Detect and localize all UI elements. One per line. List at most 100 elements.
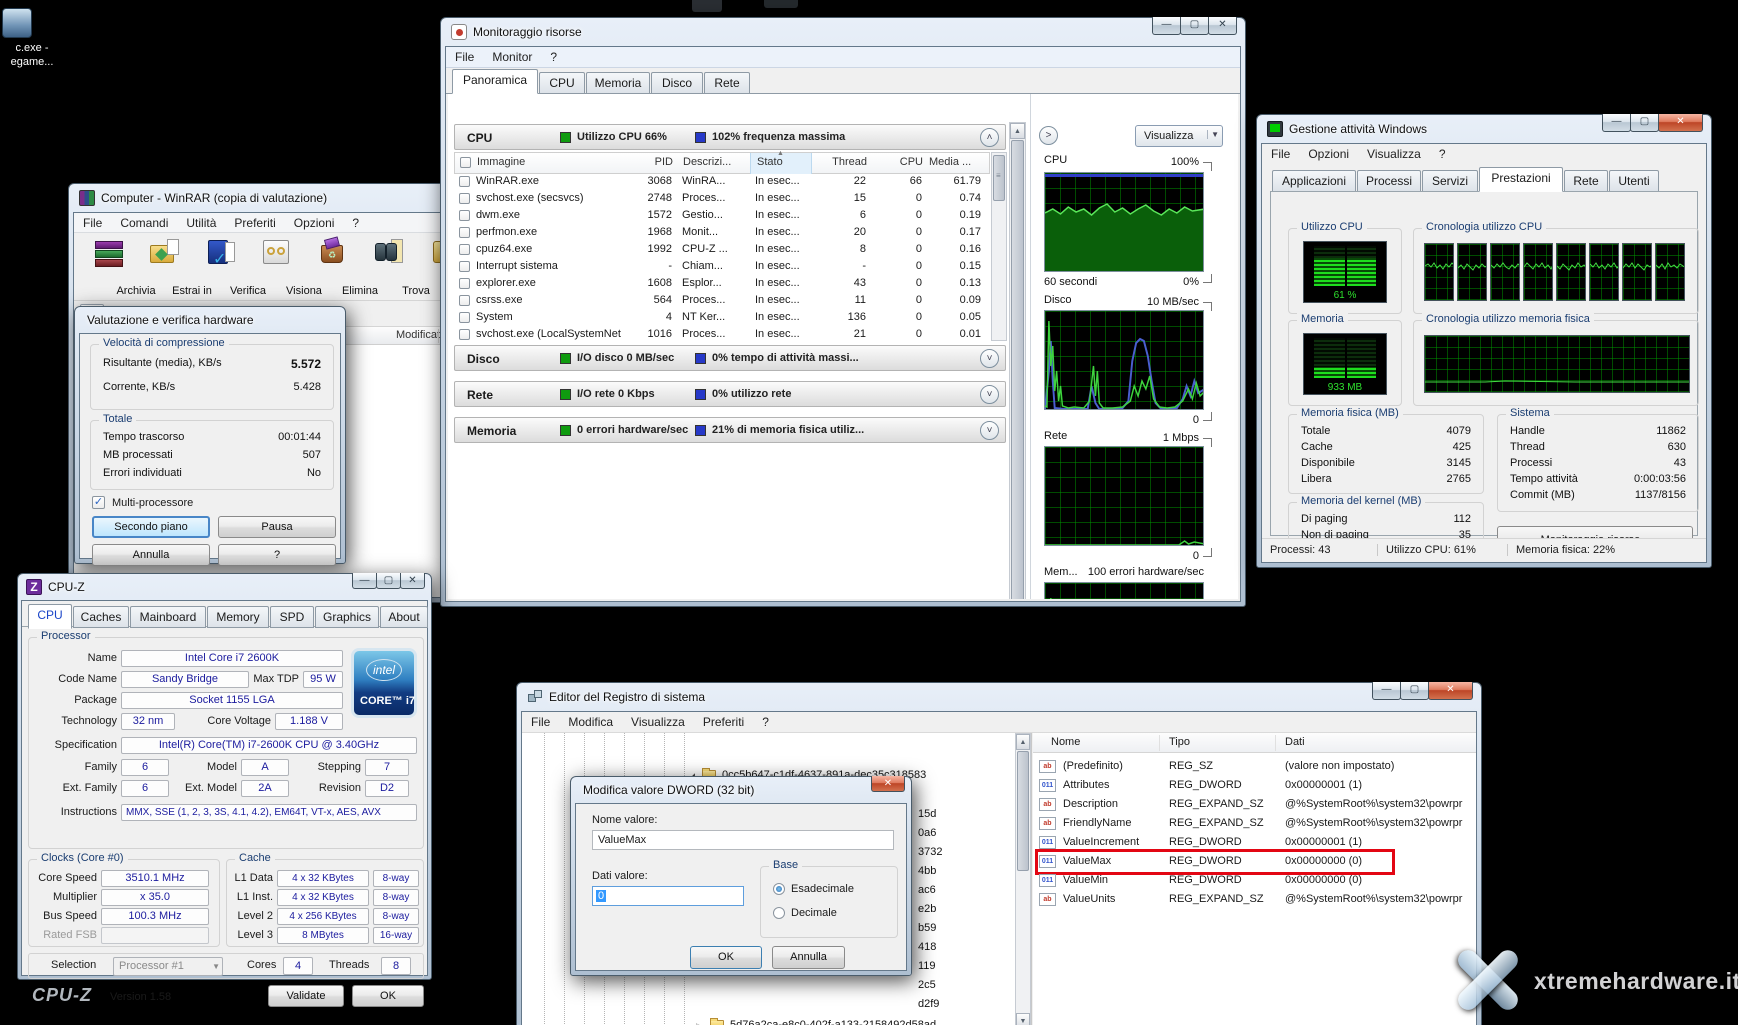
toolbar-elimina-button[interactable]: ♻ Elimina [306,235,360,299]
maximize-button[interactable]: ▢ [1400,682,1429,700]
desktop-icon[interactable]: c.exe - egame... [0,6,64,76]
col-descrizione[interactable]: Descrizi... [683,156,731,168]
column-modificato[interactable]: Modificat [396,329,440,341]
menu-visualizza[interactable]: Visualizza [622,712,694,732]
validate-button[interactable]: Validate [268,985,344,1007]
table-row[interactable]: perfmon.exe1968Monit...In esec...2000.17 [454,225,990,242]
toolbar-verifica-button[interactable]: ✓ Verifica [194,235,248,299]
ok-button[interactable]: OK [352,985,424,1007]
cpu-section-header[interactable]: CPU Utilizzo CPU 66% 102% frequenza mass… [454,124,1006,150]
header-checkbox[interactable] [460,157,471,168]
table-row[interactable]: explorer.exe1608Esplor...In esec...4300.… [454,276,990,293]
memoria-section-header[interactable]: Memoria 0 errori hardware/sec 21% di mem… [454,417,1006,443]
menu-file[interactable]: File [446,47,483,67]
col-stato[interactable]: ▲ Stato [750,153,812,174]
table-row[interactable]: WinRAR.exe3068WinRA...In esec...226661.7… [454,174,990,191]
disco-section-header[interactable]: Disco I/O disco 0 MB/sec 0% tempo di att… [454,345,1006,371]
menu-opzioni[interactable]: Opzioni [285,213,344,233]
close-button[interactable]: ✕ [871,776,905,792]
table-row[interactable]: cpuz64.exe1992CPU-Z ...In esec...800.16 [454,242,990,259]
tab-mainboard[interactable]: Mainboard [130,606,206,628]
tab-disco[interactable]: Disco [651,72,703,94]
tab-spd[interactable]: SPD [270,606,314,628]
value-data-input[interactable]: 0 [592,886,744,906]
tab-utenti[interactable]: Utenti [1609,170,1659,192]
col-tipo[interactable]: Tipo [1169,736,1190,748]
table-row[interactable]: svchost.exe (secsvcs)2748Proces...In ese… [454,191,990,208]
table-row[interactable]: dwm.exe1572Gestio...In esec...600.19 [454,208,990,225]
dropdown-arrow-icon[interactable]: ▼ [1207,130,1219,139]
toolbar-visiona-button[interactable]: Visiona [250,235,304,299]
multiprocessor-checkbox[interactable]: ✓ [92,496,105,509]
tab-graphics[interactable]: Graphics [315,606,379,628]
col-immagine[interactable]: Immagine [477,156,525,168]
tree-collapsed-icon[interactable]: ▷ [696,1021,703,1025]
table-row[interactable]: Interrupt sistema-Chiam...In esec...-00.… [454,259,990,276]
toolbar-trova-button[interactable]: Trova [362,235,416,299]
tab-prestazioni[interactable]: Prestazioni [1479,167,1563,192]
annulla-button[interactable]: Annulla [772,946,845,969]
tab-panoramica[interactable]: Panoramica [452,69,538,94]
dec-radio[interactable] [773,907,785,919]
tab-about[interactable]: About [380,606,428,628]
value-name-field[interactable]: ValueMax [592,830,894,850]
tab-applicazioni[interactable]: Applicazioni [1272,170,1356,192]
minimize-button[interactable]: — [1152,17,1181,35]
minimize-button[interactable]: — [352,573,377,589]
menu-modifica[interactable]: Modifica [559,712,622,732]
tab-servizi[interactable]: Servizi [1422,170,1478,192]
tree-scrollbar[interactable]: ▲ ▼ [1015,733,1031,1025]
col-pid[interactable]: PID [645,156,673,168]
col-dati[interactable]: Dati [1285,736,1305,748]
hex-radio[interactable] [773,883,785,895]
close-button[interactable]: ✕ [400,573,425,589]
col-nome[interactable]: Nome [1051,736,1080,748]
menu-visualizza[interactable]: Visualizza [1358,144,1430,164]
sections-scrollbar[interactable]: ▲ ▼ [1009,122,1026,599]
processor-select[interactable]: Processor #1 ▼ [113,957,223,976]
menu-monitor[interactable]: Monitor [483,47,541,67]
tab-memory[interactable]: Memory [207,606,269,628]
menu-file[interactable]: File [1262,144,1299,164]
menu-opzioni[interactable]: Opzioni [1299,144,1358,164]
visualizza-button[interactable]: Visualizza ▼ [1135,125,1223,147]
table-row[interactable]: System4NT Ker...In esec...13600.05 [454,310,990,327]
close-button[interactable]: ✕ [1658,114,1703,132]
hex-label[interactable]: Esadecimale [791,883,854,895]
tab-rete[interactable]: Rete [704,72,750,94]
menu-help[interactable]: ? [753,712,778,732]
toolbar-archivia-button[interactable]: Archivia [82,235,136,299]
maximize-button[interactable]: ▢ [376,573,401,589]
table-row[interactable]: csrss.exe564Proces...In esec...1100.09 [454,293,990,310]
menu-comandi[interactable]: Comandi [111,213,177,233]
menu-help[interactable]: ? [1430,144,1455,164]
menu-help[interactable]: ? [343,213,368,233]
col-cpu[interactable]: CPU [869,156,923,168]
menu-file[interactable]: File [74,213,111,233]
secondo-piano-button[interactable]: Secondo piano [92,516,210,538]
pausa-button[interactable]: Pausa [218,516,336,538]
tab-cpu[interactable]: CPU [28,604,72,629]
tab-processi[interactable]: Processi [1357,170,1421,192]
minimize-button[interactable]: — [1372,682,1401,700]
menu-utilita[interactable]: Utilità [177,213,225,233]
dec-label[interactable]: Decimale [791,907,837,919]
maximize-button[interactable]: ▢ [1630,114,1659,132]
table-row[interactable]: svchost.exe (LocalSystemNet1016Proces...… [454,327,990,341]
tab-cpu[interactable]: CPU [539,72,585,94]
close-button[interactable]: ✕ [1208,17,1237,35]
menu-preferiti[interactable]: Preferiti [225,213,284,233]
table-scrollbar[interactable]: ≡ [991,152,1007,341]
rete-section-header[interactable]: Rete I/O rete 0 Kbps 0% utilizzo rete ˅ [454,381,1006,407]
collapse-chevron-icon[interactable]: ˄ [980,128,999,147]
minimize-button[interactable]: — [1602,114,1631,132]
tab-memoria[interactable]: Memoria [586,72,650,94]
expand-chevron-icon[interactable]: ˅ [980,385,999,404]
menu-file[interactable]: File [522,712,559,732]
maximize-button[interactable]: ▢ [1180,17,1209,35]
close-button[interactable]: ✕ [1428,682,1473,700]
menu-preferiti[interactable]: Preferiti [694,712,753,732]
expand-chevron-icon[interactable]: ˅ [980,349,999,368]
col-media[interactable]: Media ... [929,156,971,168]
col-thread[interactable]: Thread [815,156,867,168]
